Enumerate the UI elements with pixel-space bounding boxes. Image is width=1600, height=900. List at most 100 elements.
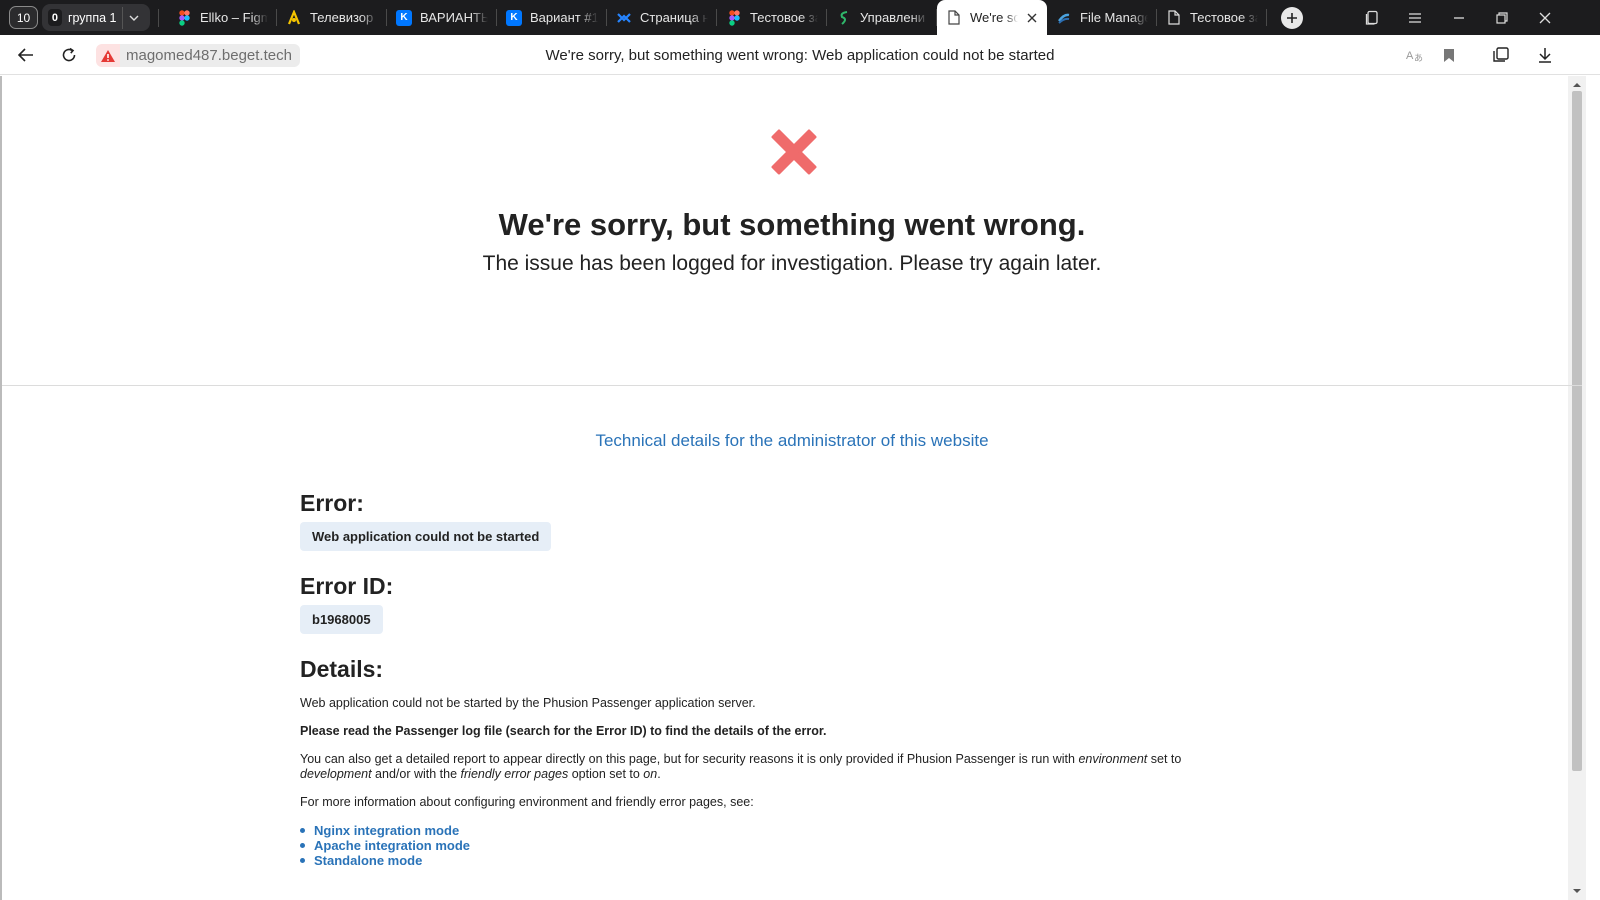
vertical-scrollbar[interactable] bbox=[1568, 76, 1586, 900]
details-heading: Details: bbox=[300, 656, 384, 682]
tab-testovoe-doc[interactable]: Тестовое за bbox=[1157, 0, 1267, 35]
error-x-icon bbox=[771, 129, 817, 175]
page-subheadline: The issue has been logged for investigat… bbox=[482, 252, 1102, 275]
back-button[interactable] bbox=[14, 43, 38, 67]
chevron-down-icon[interactable] bbox=[122, 6, 144, 29]
svg-text:あ: あ bbox=[1414, 53, 1423, 63]
tab-title: Страница н bbox=[640, 10, 708, 25]
tab-title: File Manager bbox=[1080, 10, 1148, 25]
vk-icon: K bbox=[396, 9, 412, 26]
tab-title: Вариант #1 bbox=[530, 10, 598, 25]
translate-button[interactable]: Aあ bbox=[1402, 43, 1426, 67]
yandex-market-icon bbox=[286, 9, 302, 26]
nginx-mode-link[interactable]: Nginx integration mode bbox=[300, 823, 1230, 838]
collections-button[interactable] bbox=[1489, 43, 1513, 67]
hamburger-icon bbox=[1409, 12, 1421, 23]
italic-text: development bbox=[300, 767, 372, 781]
error-message-box: Web application could not be started bbox=[300, 522, 552, 551]
details-paragraph: For more information about configuring e… bbox=[300, 795, 754, 809]
figma-icon bbox=[176, 9, 192, 26]
vk-icon: K bbox=[506, 9, 522, 26]
translate-icon: Aあ bbox=[1406, 50, 1423, 63]
tab-strip: 10 0 группа 1 Ellko – Figma Телевизор K … bbox=[0, 0, 1600, 35]
reload-icon bbox=[62, 47, 76, 62]
apache-mode-link[interactable]: Apache integration mode bbox=[300, 838, 1230, 853]
bookmark-button[interactable] bbox=[1437, 43, 1461, 67]
collections-icon bbox=[1365, 10, 1378, 25]
tab-ellko-figma[interactable]: Ellko – Figma bbox=[167, 0, 277, 35]
text: You can also get a detailed report to ap… bbox=[300, 752, 1079, 766]
divider bbox=[2, 385, 1582, 386]
bullet bbox=[300, 843, 305, 848]
arrow-left-icon bbox=[18, 48, 33, 62]
tab-group-label: группа 1 bbox=[67, 10, 117, 25]
document-icon bbox=[946, 10, 962, 26]
error-id-heading: Error ID: bbox=[300, 573, 394, 599]
minimize-icon bbox=[1454, 16, 1464, 19]
restore-button[interactable] bbox=[1480, 0, 1524, 35]
tab-count-button[interactable]: 10 bbox=[9, 6, 38, 29]
text: . bbox=[657, 767, 661, 781]
tab-title: Управлени bbox=[860, 10, 926, 25]
italic-text: environment bbox=[1078, 752, 1148, 766]
beget-icon bbox=[836, 10, 852, 26]
error-heading: Error: bbox=[300, 490, 364, 516]
tab-varianty[interactable]: K ВАРИАНТЫ bbox=[387, 0, 497, 35]
standalone-mode-link[interactable]: Standalone mode bbox=[300, 853, 1230, 868]
warning-icon[interactable] bbox=[96, 44, 120, 67]
bookmark-icon bbox=[1444, 48, 1454, 62]
collections-icon bbox=[1493, 47, 1509, 62]
details-paragraph-bold: Please read the Passenger log file (sear… bbox=[300, 724, 1230, 739]
minimize-button[interactable] bbox=[1437, 0, 1481, 35]
tab-title: Тестовое за bbox=[1190, 10, 1258, 25]
scroll-up-arrow-icon[interactable] bbox=[1572, 80, 1582, 90]
divider bbox=[0, 76, 2, 900]
tab-stranitsa[interactable]: Страница н bbox=[607, 0, 717, 35]
tab-title: We're sorry bbox=[970, 10, 1018, 25]
tab-group[interactable]: 0 группа 1 bbox=[42, 4, 150, 31]
italic-text: on bbox=[643, 767, 658, 781]
url-domain: magomed487.beget.tech bbox=[120, 44, 300, 67]
technical-details-link[interactable]: Technical details for the administrator … bbox=[0, 431, 1584, 451]
menu-button[interactable] bbox=[1393, 0, 1437, 35]
details-paragraph: You can also get a detailed report to ap… bbox=[300, 752, 1230, 782]
tab-televizor[interactable]: Телевизор bbox=[277, 0, 387, 35]
tab-title: Тестовое за bbox=[750, 10, 818, 25]
tab-upravlenie[interactable]: Управлени bbox=[827, 0, 937, 35]
bookmarks-panel-button[interactable] bbox=[1350, 0, 1394, 35]
docs-links-list: Nginx integration mode Apache integratio… bbox=[300, 823, 1230, 868]
link-label[interactable]: Nginx integration mode bbox=[314, 823, 459, 838]
text: and/or with the bbox=[371, 767, 461, 781]
bold-text: Please read the Passenger log file (sear… bbox=[300, 724, 827, 738]
restore-icon bbox=[1496, 11, 1508, 24]
downloads-button[interactable] bbox=[1533, 43, 1557, 67]
text: set to bbox=[1147, 752, 1182, 766]
page-title-display: We're sorry, but something went wrong: W… bbox=[545, 47, 1055, 64]
link-label[interactable]: Standalone mode bbox=[314, 853, 422, 868]
figma-icon bbox=[726, 9, 742, 26]
new-tab-button[interactable] bbox=[1281, 6, 1303, 29]
tab-title: ВАРИАНТЫ bbox=[420, 10, 488, 25]
tab-variant-1[interactable]: K Вариант #1 bbox=[497, 0, 607, 35]
tab-testovoe-figma[interactable]: Тестовое за bbox=[717, 0, 827, 35]
url-field[interactable]: magomed487.beget.tech bbox=[96, 44, 300, 67]
plus-icon bbox=[1287, 12, 1297, 23]
tab-title: Ellko – Figma bbox=[200, 10, 268, 25]
close-tab-icon[interactable] bbox=[1026, 12, 1038, 24]
reload-button[interactable] bbox=[57, 43, 81, 67]
error-details-section: Error: Web application could not be star… bbox=[300, 490, 1230, 868]
close-icon bbox=[1539, 12, 1551, 23]
confluence-icon bbox=[616, 10, 632, 26]
scroll-down-arrow-icon[interactable] bbox=[1572, 886, 1582, 896]
close-window-button[interactable] bbox=[1523, 0, 1567, 35]
tab-file-manager[interactable]: File Manager bbox=[1047, 0, 1157, 35]
file-manager-icon bbox=[1056, 10, 1072, 26]
tab-title: Телевизор bbox=[310, 10, 374, 25]
divider bbox=[158, 8, 159, 27]
link-label[interactable]: Apache integration mode bbox=[314, 838, 470, 853]
tab-were-sorry[interactable]: We're sorry bbox=[937, 0, 1047, 35]
download-icon bbox=[1539, 48, 1551, 63]
error-id-box: b1968005 bbox=[300, 605, 383, 634]
tab-group-count: 0 bbox=[48, 9, 62, 26]
address-bar: magomed487.beget.tech We're sorry, but s… bbox=[0, 35, 1600, 75]
